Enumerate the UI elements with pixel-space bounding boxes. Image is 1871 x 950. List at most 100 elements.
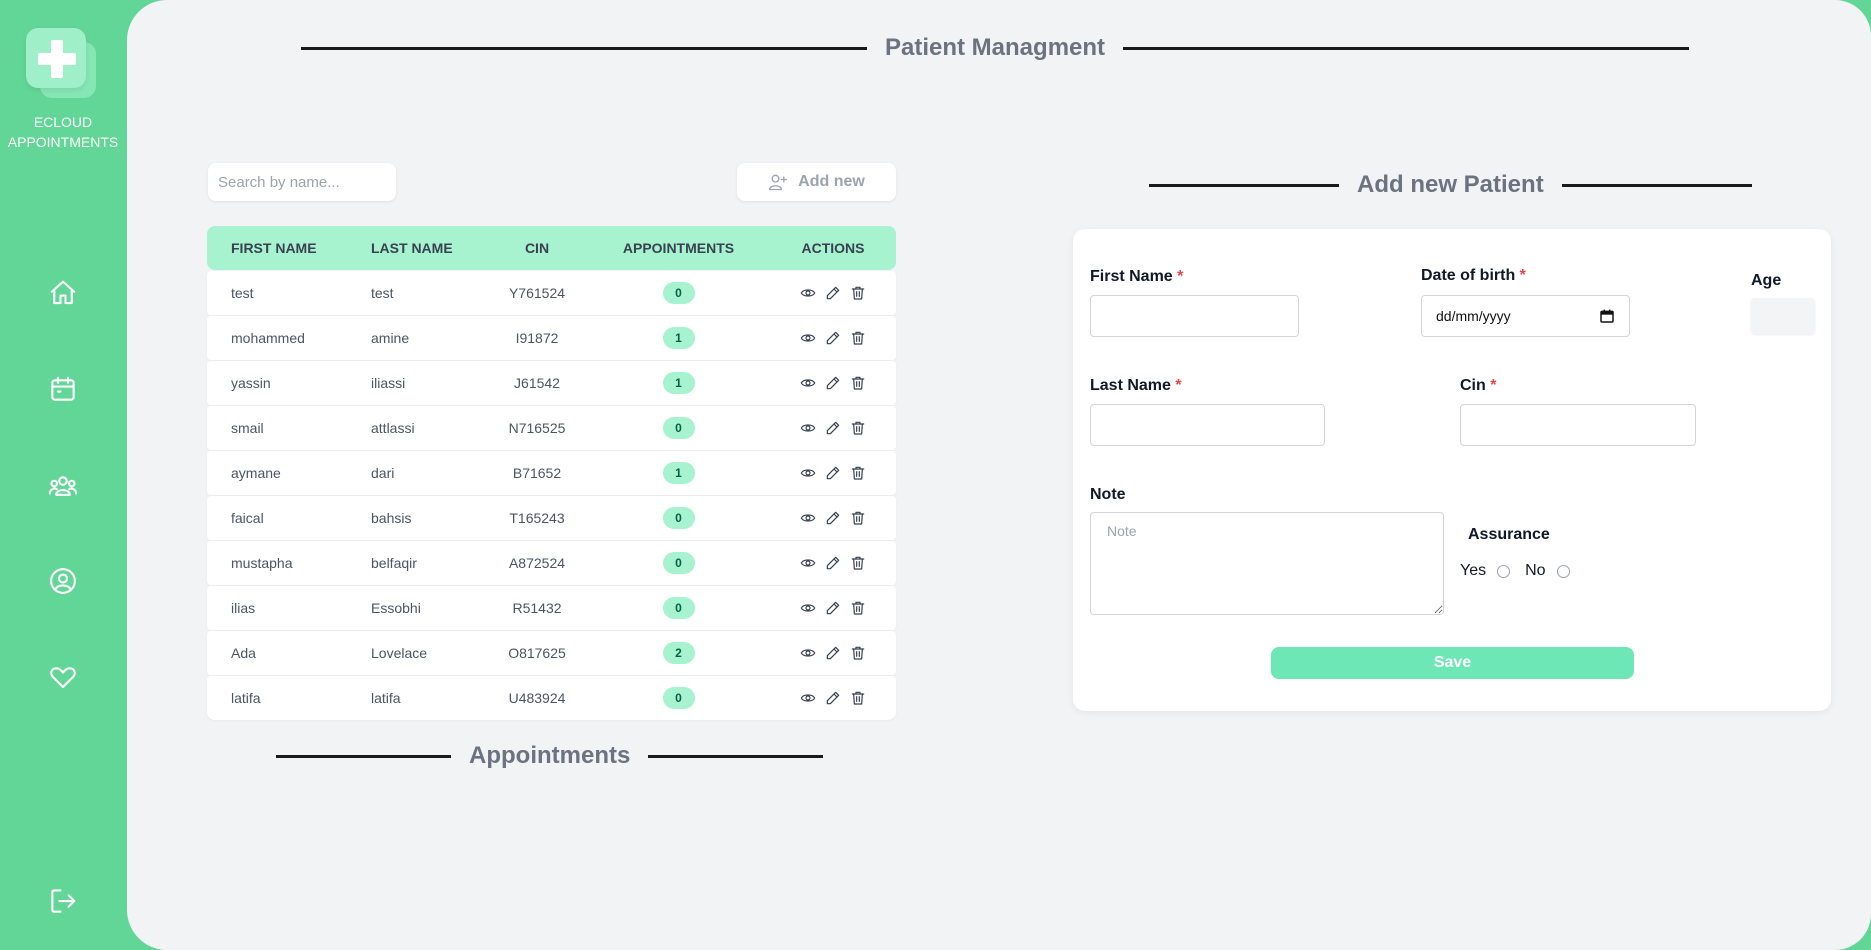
cell-last-name: amine (371, 330, 410, 346)
delete-icon[interactable] (850, 600, 866, 616)
view-icon[interactable] (800, 555, 816, 571)
cell-first-name: faical (231, 510, 264, 526)
cell-cin: R51432 (512, 600, 562, 616)
delete-icon[interactable] (850, 510, 866, 526)
cell-first-name: yassin (231, 375, 271, 391)
dob-label: Date of birth * (1421, 267, 1526, 284)
cell-appointments: 0 (587, 507, 770, 529)
delete-icon[interactable] (850, 330, 866, 346)
edit-icon[interactable] (825, 645, 841, 661)
view-icon[interactable] (800, 600, 816, 616)
cell-last-name: bahsis (371, 510, 412, 526)
search-input[interactable] (208, 163, 396, 201)
age-field (1751, 298, 1815, 334)
calendar-icon[interactable] (46, 372, 80, 406)
appointments-count-badge: 1 (662, 327, 695, 349)
heart-icon[interactable] (46, 660, 80, 694)
first-name-input[interactable] (1090, 295, 1299, 337)
cell-appointments: 1 (587, 462, 770, 484)
table-row: mohammed amine I91872 1 (207, 316, 896, 360)
calendar-picker-icon[interactable] (1599, 308, 1615, 324)
edit-icon[interactable] (825, 690, 841, 706)
note-label: Note (1090, 486, 1126, 503)
brand-line-2: APPOINTMENTS (7, 134, 119, 150)
cell-cin: A872524 (508, 555, 566, 571)
add-new-label: Add new (798, 173, 865, 190)
delete-icon[interactable] (850, 690, 866, 706)
column-header-actions: ACTIONS (801, 240, 865, 256)
appointments-count-badge: 0 (662, 507, 695, 529)
cell-last-name: Lovelace (371, 645, 428, 661)
cell-actions (770, 375, 896, 391)
column-header-appointments: APPOINTMENTS (622, 240, 735, 256)
last-name-input[interactable] (1090, 404, 1325, 446)
first-name-label: First Name * (1090, 268, 1184, 285)
cell-appointments: 0 (587, 597, 770, 619)
view-icon[interactable] (800, 285, 816, 301)
edit-icon[interactable] (825, 465, 841, 481)
view-icon[interactable] (800, 690, 816, 706)
dob-input[interactable]: dd/mm/yyyy (1421, 295, 1630, 337)
assurance-yes-radio[interactable] (1497, 564, 1511, 578)
cell-actions (770, 465, 896, 481)
cell-last-name: belfaqir (371, 555, 417, 571)
delete-icon[interactable] (850, 555, 866, 571)
cell-first-name: test (231, 285, 254, 301)
cin-label: Cin * (1460, 377, 1497, 394)
table-row: aymane dari B71652 1 (207, 451, 896, 495)
table-row: faical bahsis T165243 0 (207, 496, 896, 540)
column-header-first-name: FIRST NAME (231, 240, 317, 256)
appointments-count-badge: 0 (662, 417, 695, 439)
edit-icon[interactable] (825, 375, 841, 391)
edit-icon[interactable] (825, 330, 841, 346)
cell-actions (770, 645, 896, 661)
view-icon[interactable] (800, 330, 816, 346)
add-new-button[interactable]: Add new (737, 163, 896, 201)
cell-last-name: Essobhi (371, 600, 421, 616)
cell-cin: N716525 (508, 420, 566, 436)
view-icon[interactable] (800, 420, 816, 436)
edit-icon[interactable] (825, 555, 841, 571)
edit-icon[interactable] (825, 285, 841, 301)
view-icon[interactable] (800, 465, 816, 481)
home-icon[interactable] (46, 276, 80, 310)
age-label: Age (1751, 272, 1782, 289)
edit-icon[interactable] (825, 600, 841, 616)
note-textarea[interactable] (1090, 512, 1444, 615)
cell-cin: J61542 (514, 375, 560, 391)
cell-appointments: 1 (587, 372, 770, 394)
save-button[interactable]: Save (1271, 647, 1634, 679)
cell-actions (770, 600, 896, 616)
view-icon[interactable] (800, 645, 816, 661)
table-row: mustapha belfaqir A872524 0 (207, 541, 896, 585)
cell-last-name: attlassi (371, 420, 415, 436)
delete-icon[interactable] (850, 375, 866, 391)
cin-input[interactable] (1460, 404, 1696, 446)
cell-cin: T165243 (509, 510, 565, 526)
table-header: FIRST NAME LAST NAME CIN APPOINTMENTS AC… (207, 226, 896, 270)
appointments-count-badge: 0 (662, 687, 695, 709)
table-row: latifa latifa U483924 0 (207, 676, 896, 720)
delete-icon[interactable] (850, 285, 866, 301)
cell-cin: O817625 (508, 645, 566, 661)
edit-icon[interactable] (825, 420, 841, 436)
cell-first-name: Ada (231, 645, 256, 661)
cell-appointments: 0 (587, 282, 770, 304)
cell-appointments: 2 (587, 642, 770, 664)
assurance-no-radio[interactable] (1556, 564, 1570, 578)
view-icon[interactable] (800, 375, 816, 391)
table-row: test test Y761524 0 (207, 271, 896, 315)
edit-icon[interactable] (825, 510, 841, 526)
table-row: smail attlassi N716525 0 (207, 406, 896, 450)
patients-table: FIRST NAME LAST NAME CIN APPOINTMENTS AC… (207, 226, 896, 720)
view-icon[interactable] (800, 510, 816, 526)
logout-icon[interactable] (46, 884, 80, 918)
profile-icon[interactable] (46, 564, 80, 598)
cell-first-name: mohammed (231, 330, 305, 346)
delete-icon[interactable] (850, 645, 866, 661)
cell-cin: Y761524 (508, 285, 566, 301)
delete-icon[interactable] (850, 465, 866, 481)
delete-icon[interactable] (850, 420, 866, 436)
users-icon[interactable] (46, 469, 80, 503)
cell-first-name: aymane (231, 465, 281, 481)
